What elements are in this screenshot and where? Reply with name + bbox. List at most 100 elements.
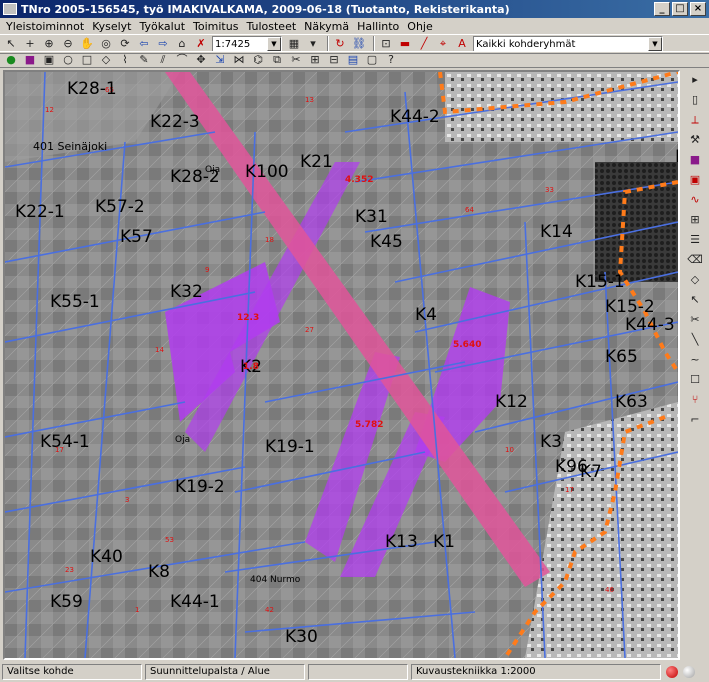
area-label: 4.352 — [345, 175, 373, 185]
menu-toimitus[interactable]: Toimitus — [189, 20, 242, 33]
zoom-out-icon[interactable]: ⊖ — [60, 36, 76, 52]
table-icon[interactable]: ▤ — [345, 52, 361, 68]
side-tool-icon[interactable]: ⚒ — [687, 132, 703, 148]
measure-tool-icon[interactable]: ⇲ — [212, 52, 228, 68]
home-icon[interactable]: ⌂ — [174, 36, 190, 52]
side-color-icon[interactable]: ■ — [687, 152, 703, 168]
parcel-label: K22-1 — [15, 202, 65, 222]
square-tool-icon[interactable]: □ — [79, 52, 95, 68]
side-corner-icon[interactable]: ⌐ — [687, 412, 703, 428]
side-layer-icon[interactable]: ▣ — [687, 172, 703, 188]
group-select[interactable]: Kaikki kohderyhmät ▼ — [473, 36, 663, 52]
polyline-tool-icon[interactable]: ⌇ — [117, 52, 133, 68]
menu-hallinto[interactable]: Hallinto — [353, 20, 403, 33]
forward-arrow-icon[interactable]: ⇨ — [155, 36, 171, 52]
status-empty — [308, 664, 408, 680]
link-icon[interactable]: ⛓ — [351, 36, 367, 52]
circle-tool-icon[interactable]: ○ — [60, 52, 76, 68]
edit-tool-icon[interactable]: ✎ — [136, 52, 152, 68]
crosshair-icon[interactable]: + — [22, 36, 38, 52]
dropdown-arrow-icon[interactable]: ▾ — [305, 36, 321, 52]
pan-hand-icon[interactable]: ✋ — [79, 36, 95, 52]
split-tool-icon[interactable]: ⫽ — [155, 52, 171, 68]
menu-kyselyt[interactable]: Kyselyt — [88, 20, 135, 33]
side-erase-icon[interactable]: ⌫ — [687, 252, 703, 268]
pointer-icon[interactable]: ↖ — [3, 36, 19, 52]
side-measure-icon[interactable]: ⟂ — [687, 112, 703, 128]
zoom-in-icon[interactable]: ⊕ — [41, 36, 57, 52]
shape-tool-icon[interactable]: ◇ — [98, 52, 114, 68]
purple-tool-icon[interactable]: ■ — [22, 52, 38, 68]
parcel-label: K100 — [245, 162, 289, 182]
menu-ohje[interactable]: Ohje — [403, 20, 436, 33]
side-grid-icon[interactable]: ⊞ — [687, 212, 703, 228]
select-tool-icon[interactable]: ⊡ — [378, 36, 394, 52]
window-icon[interactable]: ▢ — [364, 52, 380, 68]
parcel-label: K57-2 — [95, 197, 145, 217]
secondary-toolbar: ● ■ ▣ ○ □ ◇ ⌇ ✎ ⫽ ⌒ ✥ ⇲ ⋈ ⌬ ⧉ ✂ ⊞ ⊟ ▤ ▢ … — [0, 51, 709, 68]
parcel-label: K21 — [300, 152, 333, 172]
parcel-label: K4 — [415, 305, 437, 325]
layers-icon[interactable]: ▦ — [286, 36, 302, 52]
green-tool-icon[interactable]: ● — [3, 52, 19, 68]
grid-tool-icon[interactable]: ⊟ — [326, 52, 342, 68]
reshape-tool-icon[interactable]: ⌬ — [250, 52, 266, 68]
scale-select[interactable]: 1:7425 ▼ — [212, 36, 282, 52]
parcel-label: K15-2 — [605, 297, 655, 317]
target-icon[interactable]: ⌖ — [435, 36, 451, 52]
text-tool-icon[interactable]: A — [454, 36, 470, 52]
locate-icon[interactable]: ✗ — [193, 36, 209, 52]
maximize-button[interactable]: □ — [672, 2, 688, 16]
side-wave-icon[interactable]: ~ — [687, 352, 703, 368]
menu-tyokalut[interactable]: Työkalut — [136, 20, 190, 33]
status-grey-indicator-icon — [683, 666, 695, 678]
refresh-icon[interactable]: ⟳ — [117, 36, 133, 52]
side-curve-icon[interactable]: ∿ — [687, 192, 703, 208]
place-label: Oja — [175, 435, 190, 445]
side-branch-icon[interactable]: ⑂ — [687, 392, 703, 408]
svg-text:14: 14 — [155, 346, 164, 354]
svg-text:3: 3 — [125, 496, 129, 504]
side-doc-icon[interactable]: ▯ — [687, 92, 703, 108]
svg-text:46: 46 — [605, 586, 614, 594]
copy-tool-icon[interactable]: ⧉ — [269, 52, 285, 68]
place-label: 404 Nurmo — [250, 575, 301, 585]
close-button[interactable]: × — [690, 2, 706, 16]
side-box-icon[interactable]: ☐ — [687, 372, 703, 388]
svg-text:1: 1 — [135, 606, 139, 614]
chevron-down-icon: ▼ — [648, 37, 662, 51]
menu-yleistoiminnot[interactable]: Yleistoiminnot — [2, 20, 88, 33]
rotate-icon[interactable]: ↻ — [332, 36, 348, 52]
help-icon[interactable]: ? — [383, 52, 399, 68]
side-node-icon[interactable]: ◇ — [687, 272, 703, 288]
side-pointer-icon[interactable]: ↖ — [687, 292, 703, 308]
zoom-extent-icon[interactable]: ◎ — [98, 36, 114, 52]
side-line-icon[interactable]: ╲ — [687, 332, 703, 348]
parcel-label: K30 — [285, 627, 318, 647]
map-canvas[interactable]: 65 12 13 18 9 14 27 64 33 17 3 53 23 1 42 10 17 46 K… — [3, 70, 680, 660]
grey-tool-icon[interactable]: ▣ — [41, 52, 57, 68]
area-label: 1.8 — [243, 362, 259, 372]
toolbar-separator — [373, 36, 375, 52]
rectangle-tool-icon[interactable]: ▬ — [397, 36, 413, 52]
menu-tulosteet[interactable]: Tulosteet — [242, 20, 300, 33]
parcel-label: K31 — [355, 207, 388, 227]
menu-nakyma[interactable]: Näkymä — [300, 20, 353, 33]
move-tool-icon[interactable]: ✥ — [193, 52, 209, 68]
vertex-tool-icon[interactable]: ⌒ — [174, 52, 190, 68]
side-pin-icon[interactable]: ▸ — [687, 72, 703, 88]
minimize-button[interactable]: _ — [654, 2, 670, 16]
app-icon — [3, 3, 17, 15]
parcel-label: K32 — [170, 282, 203, 302]
side-cut-icon[interactable]: ✂ — [687, 312, 703, 328]
side-list-icon[interactable]: ☰ — [687, 232, 703, 248]
parcel-label: K7 — [580, 462, 602, 482]
merge-tool-icon[interactable]: ⊞ — [307, 52, 323, 68]
line-tool-icon[interactable]: ╱ — [416, 36, 432, 52]
menu-bar: Yleistoiminnot Kyselyt Työkalut Toimitus… — [0, 18, 709, 34]
snap-tool-icon[interactable]: ⋈ — [231, 52, 247, 68]
scale-value: 1:7425 — [215, 38, 251, 50]
parcel-label: K65 — [605, 347, 638, 367]
scissors-icon[interactable]: ✂ — [288, 52, 304, 68]
back-arrow-icon[interactable]: ⇦ — [136, 36, 152, 52]
